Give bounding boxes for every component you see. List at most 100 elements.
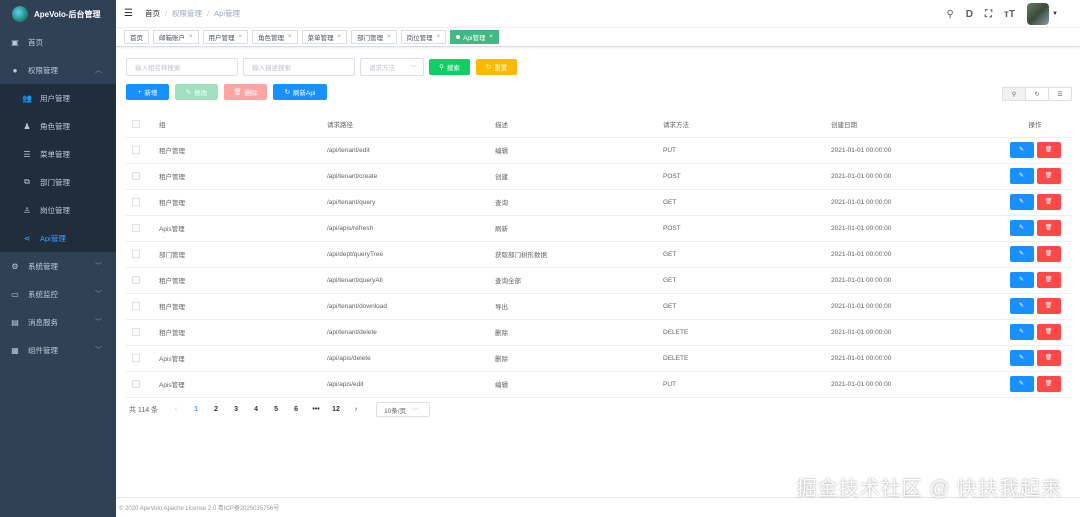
- select-all-checkbox[interactable]: [132, 119, 140, 128]
- group-search-input[interactable]: 输入组名称搜索: [126, 58, 238, 76]
- sidebar-item-monitor[interactable]: ▭ 系统监控 ﹀: [0, 280, 116, 308]
- row-checkbox[interactable]: [132, 146, 140, 154]
- row-edit-button[interactable]: ✎: [1009, 350, 1034, 366]
- row-checkbox[interactable]: [132, 276, 140, 284]
- table-row[interactable]: 租户管理/api/tenant/query 查询 GET 2021-01-01 00:…: [126, 189, 1071, 216]
- row-delete-button[interactable]: 🗑: [1036, 142, 1061, 158]
- page-size-select[interactable]: 10条/页 ﹀: [376, 402, 431, 417]
- desc-search-input[interactable]: 输入描述搜索: [243, 58, 355, 76]
- table-row[interactable]: 租户管理/api/tenant/delete 删除 DELETE 2021-01-01…: [126, 319, 1071, 346]
- delete-button[interactable]: 🗑 删除: [224, 84, 267, 100]
- hamburger-icon[interactable]: ☰: [124, 8, 133, 19]
- page-number[interactable]: 12: [326, 406, 346, 413]
- tag-menus[interactable]: 菜单管理 ×: [301, 30, 348, 44]
- tag-email[interactable]: 邮箱账户 ×: [153, 30, 199, 44]
- close-icon[interactable]: ×: [338, 34, 342, 40]
- sidebar-item-api[interactable]: ⋖ Api管理: [0, 224, 116, 252]
- search-icon[interactable]: ⚲: [946, 9, 953, 20]
- table-row[interactable]: 租户管理/api/tenant/queryAll 查询全部 GET 2021-01-0…: [126, 267, 1071, 294]
- row-edit-button[interactable]: ✎: [1009, 142, 1034, 158]
- page-number[interactable]: 3: [226, 406, 246, 413]
- add-button[interactable]: + 新增: [126, 84, 169, 100]
- sidebar-item-permissions[interactable]: ● 权限管理 ︿: [0, 56, 116, 84]
- row-delete-button[interactable]: 🗑: [1036, 220, 1061, 236]
- row-delete-button[interactable]: 🗑: [1036, 272, 1061, 288]
- tag-users[interactable]: 用户管理 ×: [202, 30, 249, 44]
- row-checkbox[interactable]: [132, 380, 140, 388]
- row-edit-button[interactable]: ✎: [1009, 324, 1034, 340]
- fullscreen-icon[interactable]: ⛶: [985, 9, 992, 20]
- sidebar-item-menus[interactable]: ☰ 菜单管理: [0, 140, 116, 168]
- page-number[interactable]: 2: [206, 406, 226, 413]
- row-delete-button[interactable]: 🗑: [1036, 168, 1061, 184]
- row-checkbox[interactable]: [132, 354, 140, 362]
- next-page-icon[interactable]: ›: [346, 406, 366, 413]
- prev-page-icon[interactable]: ‹: [166, 406, 186, 413]
- table-row[interactable]: Apis管理/api/apis/delete 删除 DELETE 2021-01-01…: [126, 345, 1071, 372]
- row-edit-button[interactable]: ✎: [1009, 168, 1034, 184]
- row-edit-button[interactable]: ✎: [1009, 272, 1034, 288]
- row-checkbox[interactable]: [132, 328, 140, 336]
- sidebar-item-depts[interactable]: ⧉ 部门管理: [0, 168, 116, 196]
- tag-posts[interactable]: 岗位管理 ×: [400, 30, 447, 44]
- tag-home[interactable]: 首页: [124, 30, 149, 44]
- app-logo[interactable]: ApeVolo-后台管理: [0, 0, 116, 28]
- close-icon[interactable]: ×: [288, 34, 292, 40]
- search-button[interactable]: ⚲ 搜索: [429, 59, 470, 75]
- row-checkbox[interactable]: [132, 172, 140, 180]
- row-delete-button[interactable]: 🗑: [1036, 194, 1061, 210]
- sidebar-item-posts[interactable]: ♙ 岗位管理: [0, 196, 116, 224]
- columns-icon[interactable]: ☰: [1048, 87, 1072, 101]
- table-row[interactable]: 部门管理/api/dept/queryTree 获取部门树形数据 GET 2021-0…: [126, 241, 1071, 268]
- refresh-api-button[interactable]: ↻ 刷新Api: [273, 84, 327, 100]
- doc-icon[interactable]: D: [966, 9, 973, 20]
- table-row[interactable]: 租户管理/api/tenant/create 创建 POST 2021-01-01 0…: [126, 163, 1071, 190]
- close-icon[interactable]: ×: [490, 34, 494, 40]
- row-edit-button[interactable]: ✎: [1009, 246, 1034, 262]
- sidebar-item-message[interactable]: ▤ 消息服务 ﹀: [0, 308, 116, 336]
- edit-button[interactable]: ✎ 修改: [175, 84, 218, 100]
- sidebar-item-home[interactable]: ▣ 首页: [0, 28, 116, 56]
- page-number[interactable]: 1: [186, 406, 206, 413]
- sidebar-item-roles[interactable]: ♟ 角色管理: [0, 112, 116, 140]
- row-edit-button[interactable]: ✎: [1009, 220, 1034, 236]
- table-row[interactable]: Apis管理/api/apis/refresh 刷新 POST 2021-01-01 …: [126, 215, 1071, 242]
- row-edit-button[interactable]: ✎: [1009, 298, 1034, 314]
- row-delete-button[interactable]: 🗑: [1036, 298, 1061, 314]
- sidebar-item-users[interactable]: 👥 用户管理: [0, 84, 116, 112]
- more-pages[interactable]: •••: [306, 406, 326, 413]
- tag-roles[interactable]: 角色管理 ×: [252, 30, 298, 44]
- table-row[interactable]: 租户管理/api/tenant/download 导出 GET 2021-01-01 …: [126, 293, 1071, 320]
- row-delete-button[interactable]: 🗑: [1036, 324, 1061, 340]
- refresh-icon[interactable]: ↻: [1025, 87, 1049, 101]
- avatar[interactable]: [1027, 3, 1050, 25]
- row-edit-button[interactable]: ✎: [1009, 376, 1034, 392]
- search-toggle-icon[interactable]: ⚲: [1002, 87, 1026, 101]
- method-select[interactable]: 请求方法 ﹀: [360, 58, 424, 76]
- close-icon[interactable]: ×: [239, 34, 243, 40]
- row-checkbox[interactable]: [132, 250, 140, 258]
- sidebar-item-components[interactable]: ▦ 组件管理 ﹀: [0, 336, 116, 364]
- table-row[interactable]: Apis管理/api/apis/edit 编辑 PUT 2021-01-01 00:0…: [126, 371, 1071, 398]
- page-number[interactable]: 5: [266, 406, 286, 413]
- row-delete-button[interactable]: 🗑: [1036, 246, 1061, 262]
- tag-api[interactable]: Api管理 ×: [450, 30, 500, 44]
- row-checkbox[interactable]: [132, 302, 140, 310]
- row-edit-button[interactable]: ✎: [1009, 194, 1034, 210]
- font-size-icon[interactable]: ᴛT: [1004, 9, 1015, 20]
- page-number[interactable]: 6: [286, 406, 306, 413]
- close-icon[interactable]: ×: [189, 34, 193, 40]
- breadcrumb-item[interactable]: 首页: [145, 8, 160, 19]
- row-delete-button[interactable]: 🗑: [1036, 350, 1061, 366]
- row-checkbox[interactable]: [132, 224, 140, 232]
- reset-button[interactable]: ↻ 重置: [476, 59, 517, 75]
- row-checkbox[interactable]: [132, 198, 140, 206]
- close-icon[interactable]: ×: [387, 34, 391, 40]
- row-delete-button[interactable]: 🗑: [1036, 376, 1061, 392]
- close-icon[interactable]: ×: [437, 34, 441, 40]
- page-number[interactable]: 4: [246, 406, 266, 413]
- sidebar-item-system[interactable]: ⚙ 系统管理 ﹀: [0, 252, 116, 280]
- caret-down-icon[interactable]: ▼: [1052, 11, 1058, 17]
- table-row[interactable]: 租户管理/api/tenant/edit 编辑 PUT 2021-01-01 00:0…: [126, 137, 1071, 164]
- tag-depts[interactable]: 部门管理 ×: [351, 30, 397, 44]
